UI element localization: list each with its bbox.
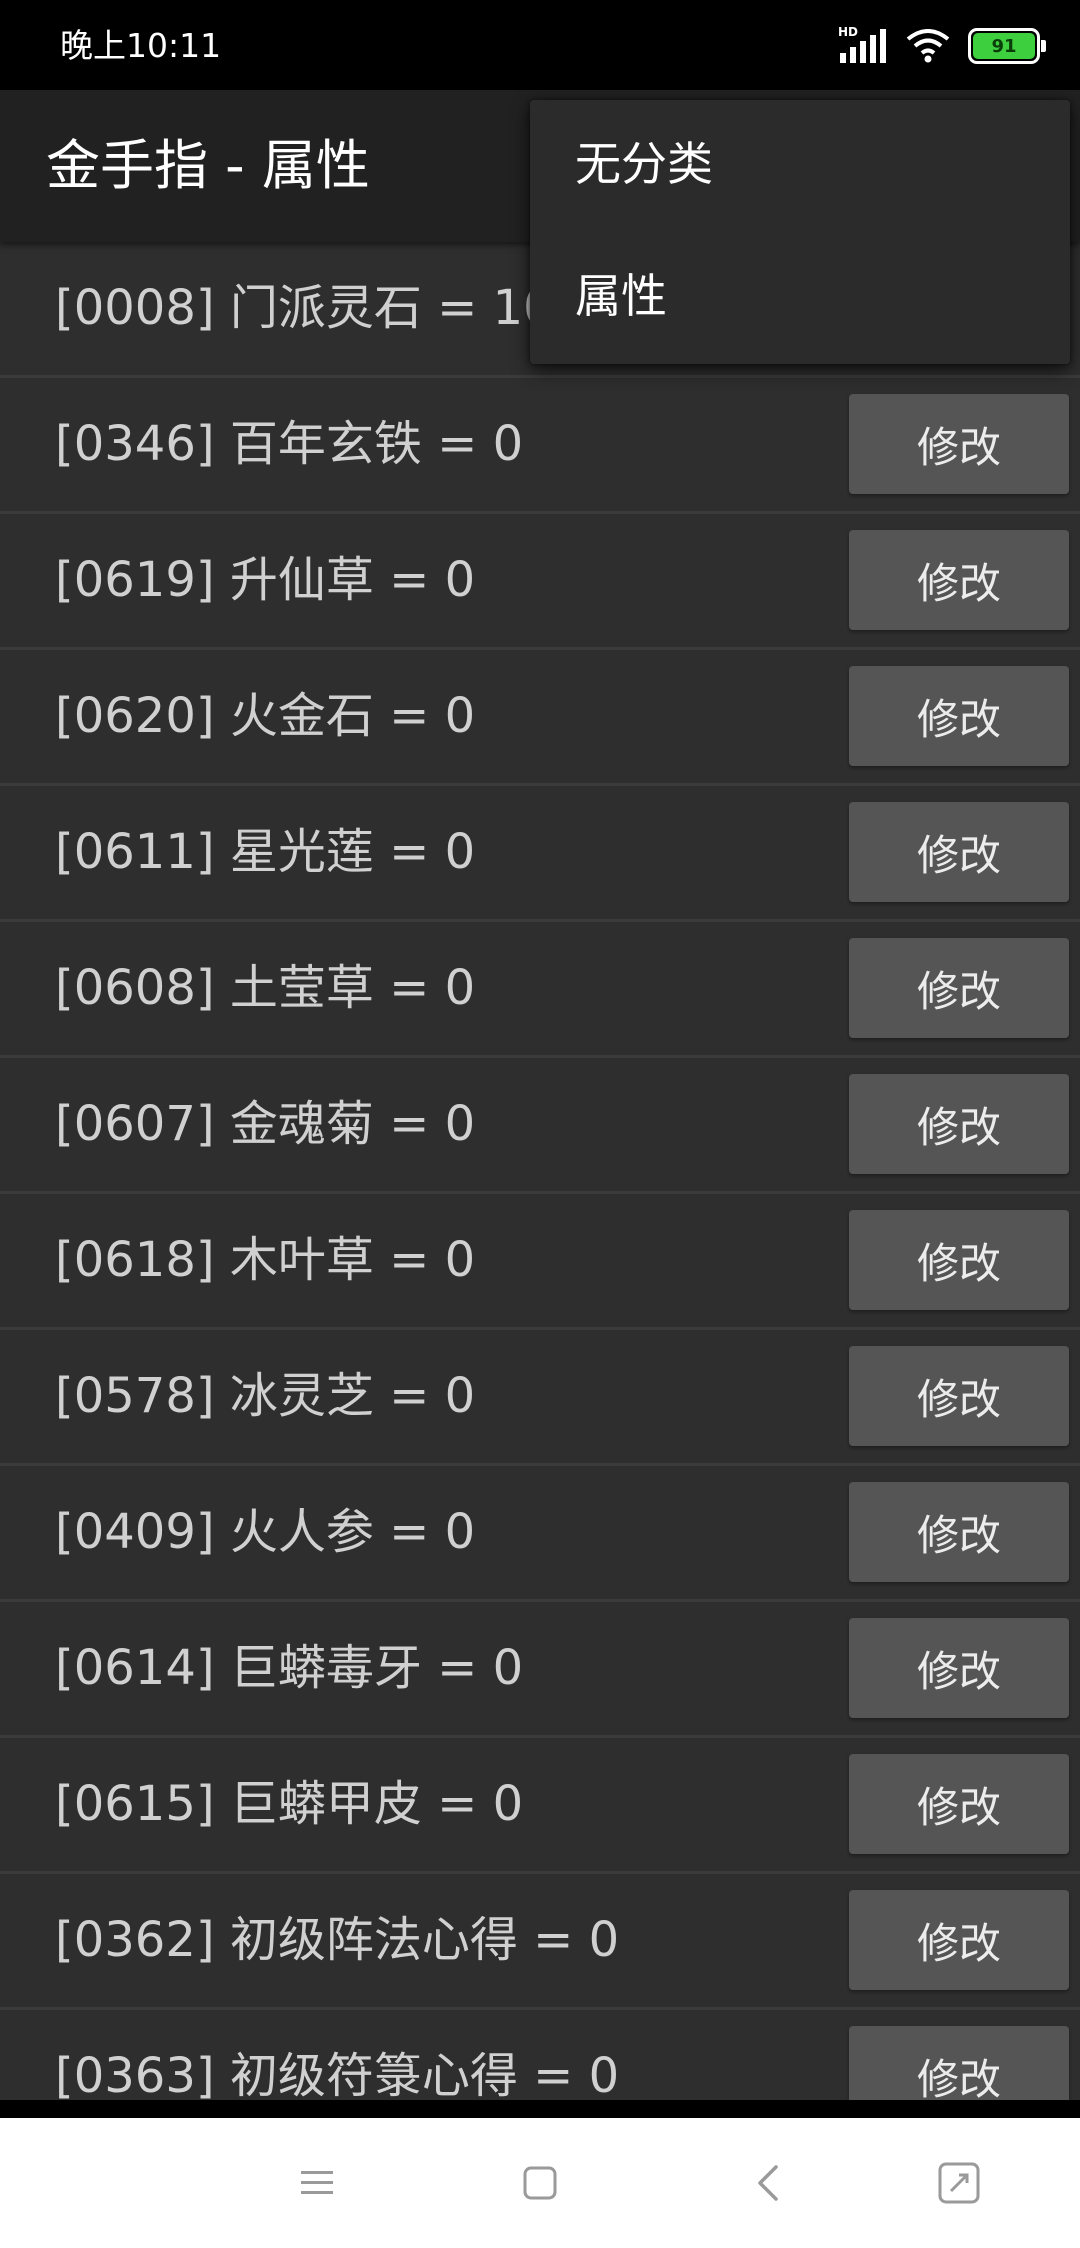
list-item: [0362] 初级阵法心得 = 0 修改 bbox=[0, 1874, 1080, 2010]
network-label: HD bbox=[838, 25, 859, 39]
edit-button[interactable]: 修改 bbox=[849, 1890, 1069, 1990]
list-item: [0618] 木叶草 = 0 修改 bbox=[0, 1194, 1080, 1330]
edit-button[interactable]: 修改 bbox=[849, 1074, 1069, 1174]
edit-button[interactable]: 修改 bbox=[849, 802, 1069, 902]
list-item: [0615] 巨蟒甲皮 = 0 修改 bbox=[0, 1738, 1080, 1874]
list-item: [0346] 百年玄铁 = 0 修改 bbox=[0, 378, 1080, 514]
menu-item-attributes[interactable]: 属性 bbox=[530, 232, 1070, 364]
navigation-bar bbox=[0, 2118, 1080, 2248]
screen: 晚上10:11 HD 91 金手指 - 属性 [0008] 门派灵石 = 100… bbox=[0, 0, 1080, 2248]
item-text: [0607] 金魂菊 = 0 bbox=[55, 1096, 476, 1152]
status-time: 晚上10:11 bbox=[60, 26, 222, 65]
list-item: [0608] 土莹草 = 0 修改 bbox=[0, 922, 1080, 1058]
list-item: [0620] 火金石 = 0 修改 bbox=[0, 650, 1080, 786]
list-item: [0611] 星光莲 = 0 修改 bbox=[0, 786, 1080, 922]
item-text: [0615] 巨蟒甲皮 = 0 bbox=[55, 1776, 524, 1832]
item-text: [0611] 星光莲 = 0 bbox=[55, 824, 476, 880]
edit-button[interactable]: 修改 bbox=[849, 1482, 1069, 1582]
list-item: [0409] 火人参 = 0 修改 bbox=[0, 1466, 1080, 1602]
navbar-divider bbox=[0, 2100, 1080, 2118]
item-text: [0008] 门派灵石 = 100 bbox=[55, 280, 585, 336]
menu-icon[interactable] bbox=[282, 2148, 352, 2218]
item-text: [0578] 冰灵芝 = 0 bbox=[55, 1368, 476, 1424]
edit-button[interactable]: 修改 bbox=[849, 1210, 1069, 1310]
edit-button[interactable]: 修改 bbox=[849, 666, 1069, 766]
recents-icon[interactable] bbox=[924, 2148, 994, 2218]
item-text: [0618] 木叶草 = 0 bbox=[55, 1232, 476, 1288]
list-item: [0614] 巨蟒毒牙 = 0 修改 bbox=[0, 1602, 1080, 1738]
menu-item-label: 属性 bbox=[575, 269, 667, 323]
edit-button[interactable]: 修改 bbox=[849, 394, 1069, 494]
menu-item-uncategorized[interactable]: 无分类 bbox=[530, 100, 1070, 232]
page-title: 金手指 - 属性 bbox=[46, 134, 370, 197]
category-menu: 无分类 属性 bbox=[530, 100, 1070, 364]
edit-button[interactable]: 修改 bbox=[849, 1618, 1069, 1718]
list-item: [0607] 金魂菊 = 0 修改 bbox=[0, 1058, 1080, 1194]
item-list: [0008] 门派灵石 = 100 [0346] 百年玄铁 = 0 修改 [06… bbox=[0, 242, 1080, 2146]
item-text: [0619] 升仙草 = 0 bbox=[55, 552, 476, 608]
item-text: [0409] 火人参 = 0 bbox=[55, 1504, 476, 1560]
item-text: [0346] 百年玄铁 = 0 bbox=[55, 416, 524, 472]
status-icons: HD 91 bbox=[838, 25, 1046, 64]
item-text: [0608] 土莹草 = 0 bbox=[55, 960, 476, 1016]
edit-button[interactable]: 修改 bbox=[849, 938, 1069, 1038]
status-bar: 晚上10:11 HD 91 bbox=[0, 0, 1080, 90]
menu-item-label: 无分类 bbox=[575, 137, 713, 191]
item-text: [0620] 火金石 = 0 bbox=[55, 688, 476, 744]
edit-button[interactable]: 修改 bbox=[849, 1754, 1069, 1854]
list-item: [0578] 冰灵芝 = 0 修改 bbox=[0, 1330, 1080, 1466]
battery-level: 91 bbox=[973, 33, 1035, 59]
home-icon[interactable] bbox=[505, 2148, 575, 2218]
edit-button[interactable]: 修改 bbox=[849, 1346, 1069, 1446]
item-text: [0363] 初级符箓心得 = 0 bbox=[55, 2048, 620, 2104]
wifi-icon bbox=[906, 29, 950, 63]
edit-button[interactable]: 修改 bbox=[849, 530, 1069, 630]
item-text: [0614] 巨蟒毒牙 = 0 bbox=[55, 1640, 524, 1696]
back-icon[interactable] bbox=[733, 2148, 803, 2218]
battery-icon: 91 bbox=[968, 28, 1046, 64]
signal-icon: HD bbox=[838, 25, 888, 63]
list-item: [0619] 升仙草 = 0 修改 bbox=[0, 514, 1080, 650]
item-text: [0362] 初级阵法心得 = 0 bbox=[55, 1912, 620, 1968]
